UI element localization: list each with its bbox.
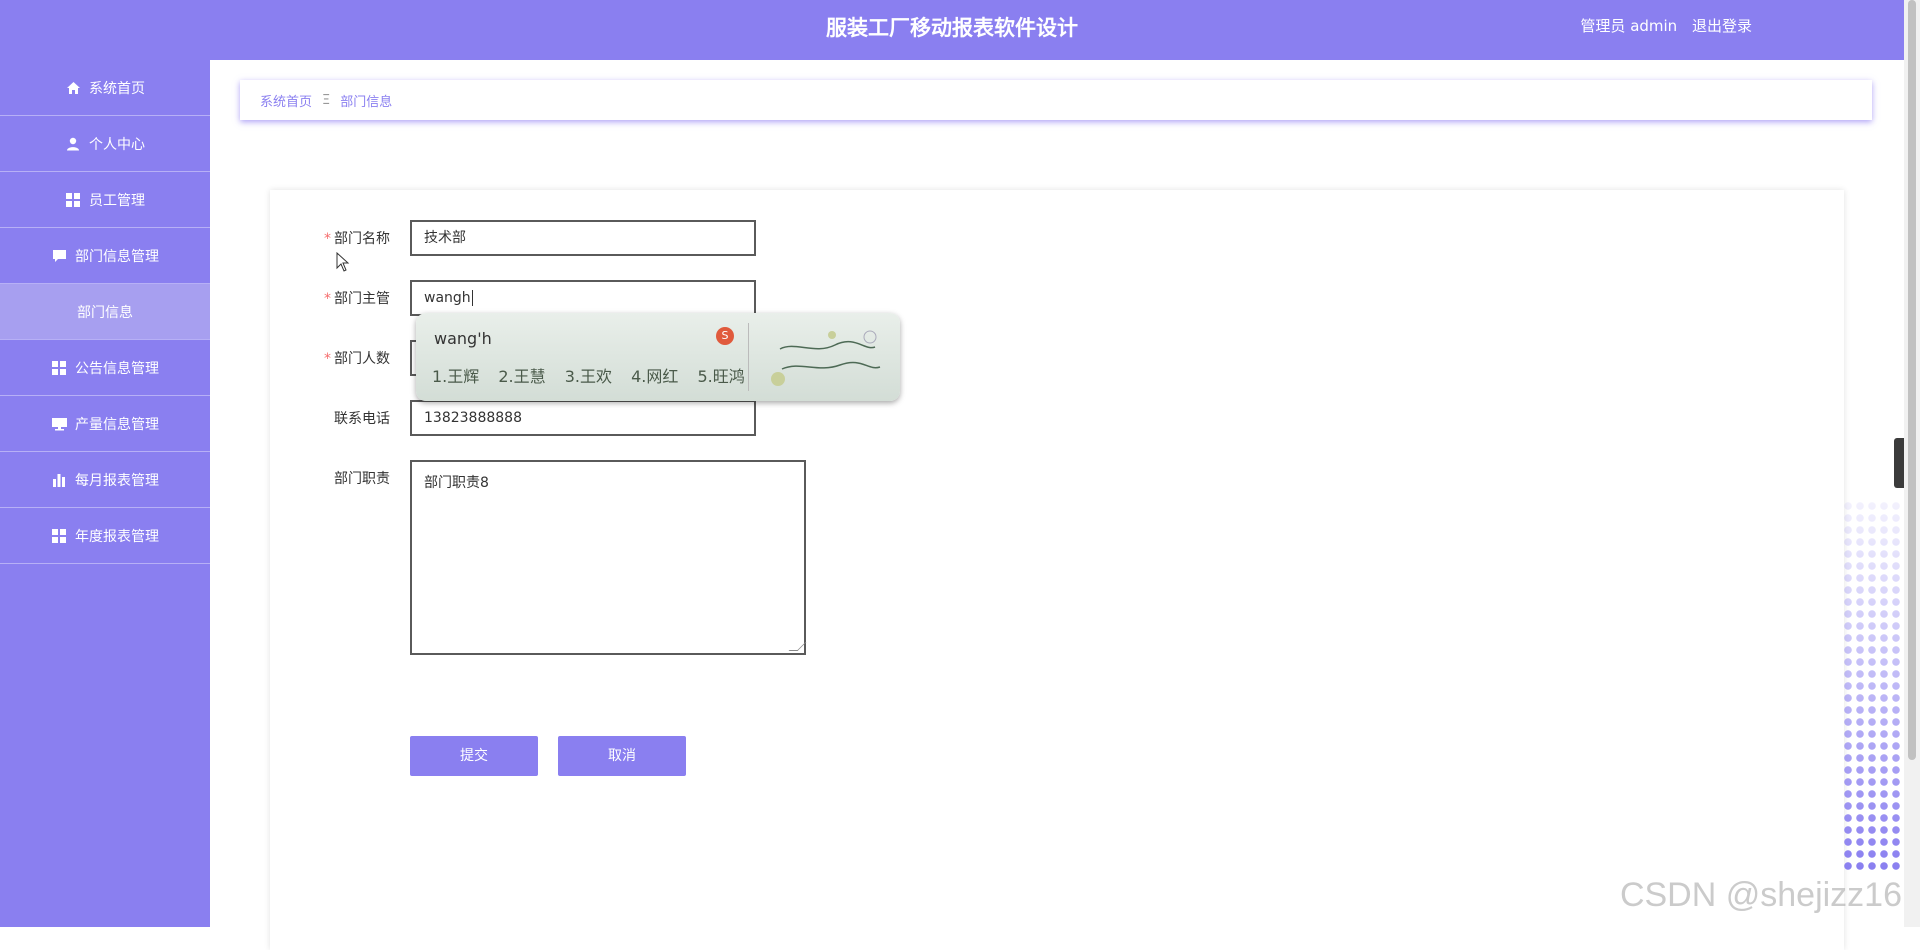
- sidebar-item-department-info[interactable]: 部门信息: [0, 284, 210, 340]
- user-label: 管理员 admin: [1580, 17, 1678, 35]
- ime-candidate[interactable]: 1.王辉: [432, 367, 479, 386]
- chat-icon: [51, 248, 67, 264]
- logout-link[interactable]: 退出登录: [1692, 17, 1752, 35]
- user-area: 管理员 admin 退出登录: [1570, 0, 1752, 52]
- required-mark: *: [324, 231, 331, 247]
- cancel-button[interactable]: 取消: [558, 736, 686, 776]
- ime-candidates: 1.王辉 2.王慧 3.王欢 4.网红 5.旺鸿: [432, 363, 759, 387]
- ime-skin-decoration-icon: [771, 330, 881, 386]
- sidebar-item-home[interactable]: 系统首页: [0, 60, 210, 116]
- sidebar: 系统首页 个人中心 员工管理 部门信息管理 部门信息 公告信息管理 产量信息管理: [0, 60, 210, 927]
- ime-logo-icon[interactable]: S: [716, 327, 734, 345]
- sidebar-item-label: 产量信息管理: [75, 416, 159, 433]
- sidebar-item-department-management[interactable]: 部门信息管理: [0, 228, 210, 284]
- mouse-cursor-icon: [336, 252, 350, 272]
- sidebar-item-annual-report[interactable]: 年度报表管理: [0, 508, 210, 564]
- ime-candidate-window: wang'h S 1.王辉 2.王慧 3.王欢 4.网红 5.旺鸿: [416, 313, 900, 401]
- sidebar-item-label: 公告信息管理: [75, 360, 159, 377]
- sidebar-item-personal-center[interactable]: 个人中心: [0, 116, 210, 172]
- breadcrumb: 系统首页 Ξ 部门信息: [240, 80, 1872, 120]
- duty-textarea[interactable]: 部门职责8: [410, 460, 807, 655]
- phone-label: 联系电话: [334, 411, 390, 427]
- ime-candidate-panel: wang'h S 1.王辉 2.王慧 3.王欢 4.网红 5.旺鸿: [416, 313, 746, 401]
- sidebar-item-announcement-management[interactable]: 公告信息管理: [0, 340, 210, 396]
- vertical-scrollbar[interactable]: [1904, 0, 1920, 927]
- bar-chart-icon: [51, 472, 67, 488]
- sidebar-item-monthly-report[interactable]: 每月报表管理: [0, 452, 210, 508]
- phone-field[interactable]: 13823888888: [410, 400, 756, 436]
- sidebar-item-label: 员工管理: [89, 192, 145, 209]
- department-form: *部门名称 技术部 *部门主管 wangh *部门人数 8 联系电话 13823…: [270, 190, 1844, 950]
- sidebar-item-label: 个人中心: [89, 136, 145, 153]
- resize-handle-icon[interactable]: [788, 642, 807, 651]
- manager-label: * 部门主管: [324, 291, 390, 307]
- sidebar-item-production-management[interactable]: 产量信息管理: [0, 396, 210, 452]
- ime-candidate[interactable]: 5.旺鸿: [698, 367, 745, 386]
- monitor-icon: [51, 416, 67, 432]
- dept-name-field[interactable]: 技术部: [410, 220, 756, 256]
- sidebar-item-label: 部门信息: [77, 304, 133, 321]
- ime-divider: [748, 323, 749, 391]
- sidebar-item-label: 部门信息管理: [75, 248, 159, 265]
- home-icon: [65, 80, 81, 96]
- breadcrumb-home[interactable]: 系统首页: [260, 91, 312, 110]
- user-icon: [65, 136, 81, 152]
- grid-icon: [65, 192, 81, 208]
- manager-field[interactable]: wangh: [410, 280, 756, 316]
- ime-candidate[interactable]: 4.网红: [631, 367, 678, 386]
- duty-label: 部门职责: [334, 471, 390, 487]
- ime-candidate[interactable]: 3.王欢: [565, 367, 612, 386]
- main-content: 系统首页 Ξ 部门信息 * 部门名称 技术部 * 部门主管 wangh * 部门人数 …: [210, 60, 1904, 950]
- headcount-label: * 部门人数: [324, 351, 390, 367]
- dot-pattern-decoration: [1842, 500, 1902, 870]
- breadcrumb-separator: Ξ: [322, 92, 331, 108]
- scrollbar-thumb[interactable]: [1908, 0, 1916, 760]
- required-mark: *: [324, 291, 331, 307]
- ime-composition: wang'h: [434, 329, 492, 348]
- sidebar-item-label: 系统首页: [89, 80, 145, 97]
- grid-icon: [51, 360, 67, 376]
- watermark: CSDN @shejizz16: [1619, 876, 1902, 914]
- sidebar-item-label: 每月报表管理: [75, 472, 159, 489]
- sidebar-item-employee-management[interactable]: 员工管理: [0, 172, 210, 228]
- sidebar-item-label: 年度报表管理: [75, 528, 159, 545]
- grid-icon: [51, 528, 67, 544]
- required-mark: *: [324, 351, 331, 367]
- ime-candidate[interactable]: 2.王慧: [498, 367, 545, 386]
- breadcrumb-current: 部门信息: [340, 94, 393, 110]
- submit-button[interactable]: 提交: [410, 736, 538, 776]
- top-header: 服装工厂移动报表软件设计 管理员 admin 退出登录: [0, 0, 1904, 60]
- dept-name-label: * 部门名称: [324, 231, 390, 247]
